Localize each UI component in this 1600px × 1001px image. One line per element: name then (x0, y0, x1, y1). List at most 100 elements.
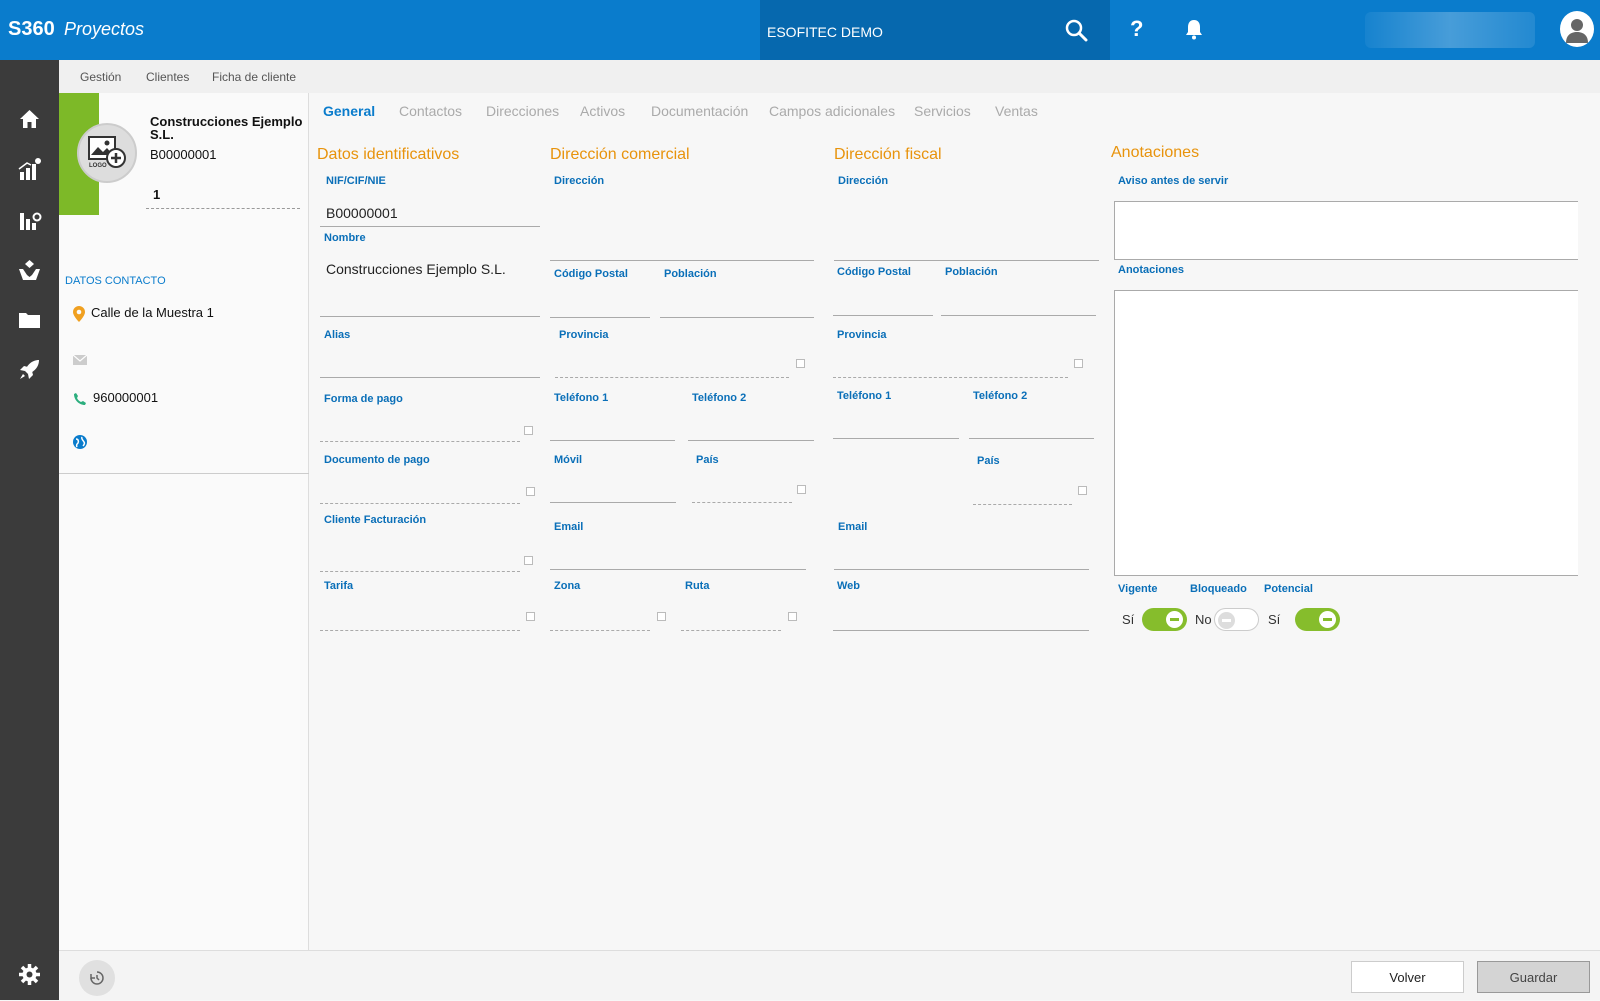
com-tel1-input[interactable] (550, 419, 675, 441)
com-provincia-label: Provincia (559, 329, 609, 341)
fis-pais-label: País (977, 455, 1000, 467)
nif-input[interactable]: B00000001 (320, 205, 540, 227)
aviso-textarea[interactable] (1114, 201, 1578, 260)
fis-pais-lookup[interactable] (1078, 486, 1087, 495)
footer-bar: Volver Guardar (59, 950, 1600, 1000)
com-ruta-select[interactable] (681, 609, 781, 631)
tarifa-select[interactable] (320, 609, 520, 631)
fis-web-input[interactable] (833, 609, 1089, 631)
tab-general[interactable]: General (323, 103, 375, 119)
client-code: B00000001 (150, 147, 217, 162)
fis-pais-select[interactable] (973, 483, 1072, 505)
vigente-toggle-knob (1166, 611, 1183, 628)
com-cp-input[interactable] (550, 294, 650, 318)
user-avatar-icon[interactable] (1560, 11, 1594, 47)
breadcrumb-ficha-cliente[interactable]: Ficha de cliente (212, 70, 296, 84)
cliente-fact-label: Cliente Facturación (324, 514, 427, 526)
com-provincia-lookup[interactable] (796, 359, 805, 368)
volver-button[interactable]: Volver (1351, 961, 1464, 993)
tab-servicios[interactable]: Servicios (914, 103, 971, 119)
analytics-icon[interactable] (17, 207, 42, 232)
forma-pago-label: Forma de pago (324, 393, 403, 405)
doc-pago-label: Documento de pago (324, 454, 430, 466)
com-zona-lookup[interactable] (657, 612, 666, 621)
panel-divider (59, 473, 309, 474)
help-icon[interactable]: ? (1130, 16, 1143, 42)
anotaciones-label: Anotaciones (1118, 264, 1185, 276)
com-direccion-input[interactable] (550, 200, 814, 261)
breadcrumb-gestion[interactable]: Gestión (80, 70, 121, 84)
sidebar (0, 60, 59, 1000)
alias-input[interactable] (320, 356, 540, 378)
breadcrumb: Gestión Clientes Ficha de cliente (59, 60, 1600, 93)
logo-upload-button[interactable]: LOGO (77, 123, 137, 183)
potencial-label: Potencial (1264, 583, 1313, 595)
bloqueado-toggle[interactable] (1214, 608, 1259, 631)
com-pais-select[interactable] (692, 481, 792, 503)
bell-icon[interactable] (1183, 18, 1205, 40)
com-pais-lookup[interactable] (797, 485, 806, 494)
forma-pago-select[interactable] (320, 420, 520, 442)
chart-growth-icon[interactable] (17, 157, 42, 182)
anotaciones-textarea[interactable] (1114, 290, 1578, 576)
com-provincia-select[interactable] (555, 356, 789, 378)
logo-text: LOGO (89, 163, 107, 169)
potencial-toggle[interactable] (1295, 608, 1340, 631)
fis-provincia-lookup[interactable] (1074, 359, 1083, 368)
fis-provincia-label: Provincia (837, 329, 887, 341)
contact-email (72, 351, 93, 366)
com-poblacion-input[interactable] (660, 294, 814, 318)
alias-label: Alias (324, 329, 351, 341)
history-button[interactable] (79, 960, 115, 996)
tab-ventas[interactable]: Ventas (995, 103, 1038, 119)
com-movil-input[interactable] (550, 481, 676, 503)
com-email-input[interactable] (550, 548, 806, 570)
fis-email-input[interactable] (834, 548, 1089, 570)
tarifa-lookup[interactable] (526, 612, 535, 621)
guardar-button[interactable]: Guardar (1477, 961, 1590, 993)
tab-campos-adicionales[interactable]: Campos adicionales (769, 103, 895, 119)
fis-poblacion-label: Población (945, 266, 998, 278)
home-icon[interactable] (17, 107, 42, 132)
breadcrumb-clientes[interactable]: Clientes (146, 70, 189, 84)
folder-icon[interactable] (17, 307, 42, 332)
client-number-field[interactable]: 1 (146, 187, 300, 209)
tab-contactos[interactable]: Contactos (399, 103, 462, 119)
tab-direcciones[interactable]: Direcciones (486, 103, 559, 119)
user-name-blurred[interactable] (1365, 12, 1535, 48)
company-selector[interactable]: ESOFITEC DEMO (760, 0, 1110, 60)
fis-direccion-input[interactable] (834, 200, 1099, 261)
search-icon[interactable] (1064, 18, 1088, 42)
com-tel2-input[interactable] (688, 419, 814, 441)
nombre-input[interactable]: Construcciones Ejemplo S.L. (320, 261, 540, 317)
com-ruta-lookup[interactable] (788, 612, 797, 621)
tarifa-label: Tarifa (324, 580, 354, 592)
com-direccion-label: Dirección (554, 175, 605, 187)
rocket-icon[interactable] (17, 357, 42, 382)
potencial-toggle-knob (1319, 611, 1336, 628)
fis-provincia-select[interactable] (833, 356, 1068, 378)
doc-pago-select[interactable] (320, 482, 520, 504)
fis-tel2-label: Teléfono 2 (973, 390, 1028, 402)
globe-icon (73, 434, 87, 449)
com-zona-select[interactable] (550, 609, 650, 631)
fis-tel1-input[interactable] (833, 417, 959, 439)
fis-poblacion-input[interactable] (941, 292, 1096, 316)
fis-tel2-input[interactable] (969, 417, 1094, 439)
cliente-fact-select[interactable] (320, 550, 520, 572)
client-name: Construcciones Ejemplo S.L. (150, 114, 303, 142)
doc-pago-lookup[interactable] (526, 487, 535, 496)
hands-care-icon[interactable] (17, 257, 42, 282)
bloqueado-value: No (1195, 612, 1212, 627)
fis-cp-input[interactable] (833, 292, 933, 316)
vigente-toggle[interactable] (1142, 608, 1187, 631)
contact-web (73, 433, 93, 449)
aviso-label: Aviso antes de servir (1118, 175, 1229, 187)
settings-gear-icon[interactable] (17, 962, 42, 987)
company-name: ESOFITEC DEMO (767, 24, 883, 40)
tab-activos[interactable]: Activos (580, 103, 625, 119)
brand-logo[interactable]: S360 (8, 18, 55, 41)
forma-pago-lookup[interactable] (524, 426, 533, 435)
cliente-fact-lookup[interactable] (524, 556, 533, 565)
tab-documentacion[interactable]: Documentación (651, 103, 748, 119)
